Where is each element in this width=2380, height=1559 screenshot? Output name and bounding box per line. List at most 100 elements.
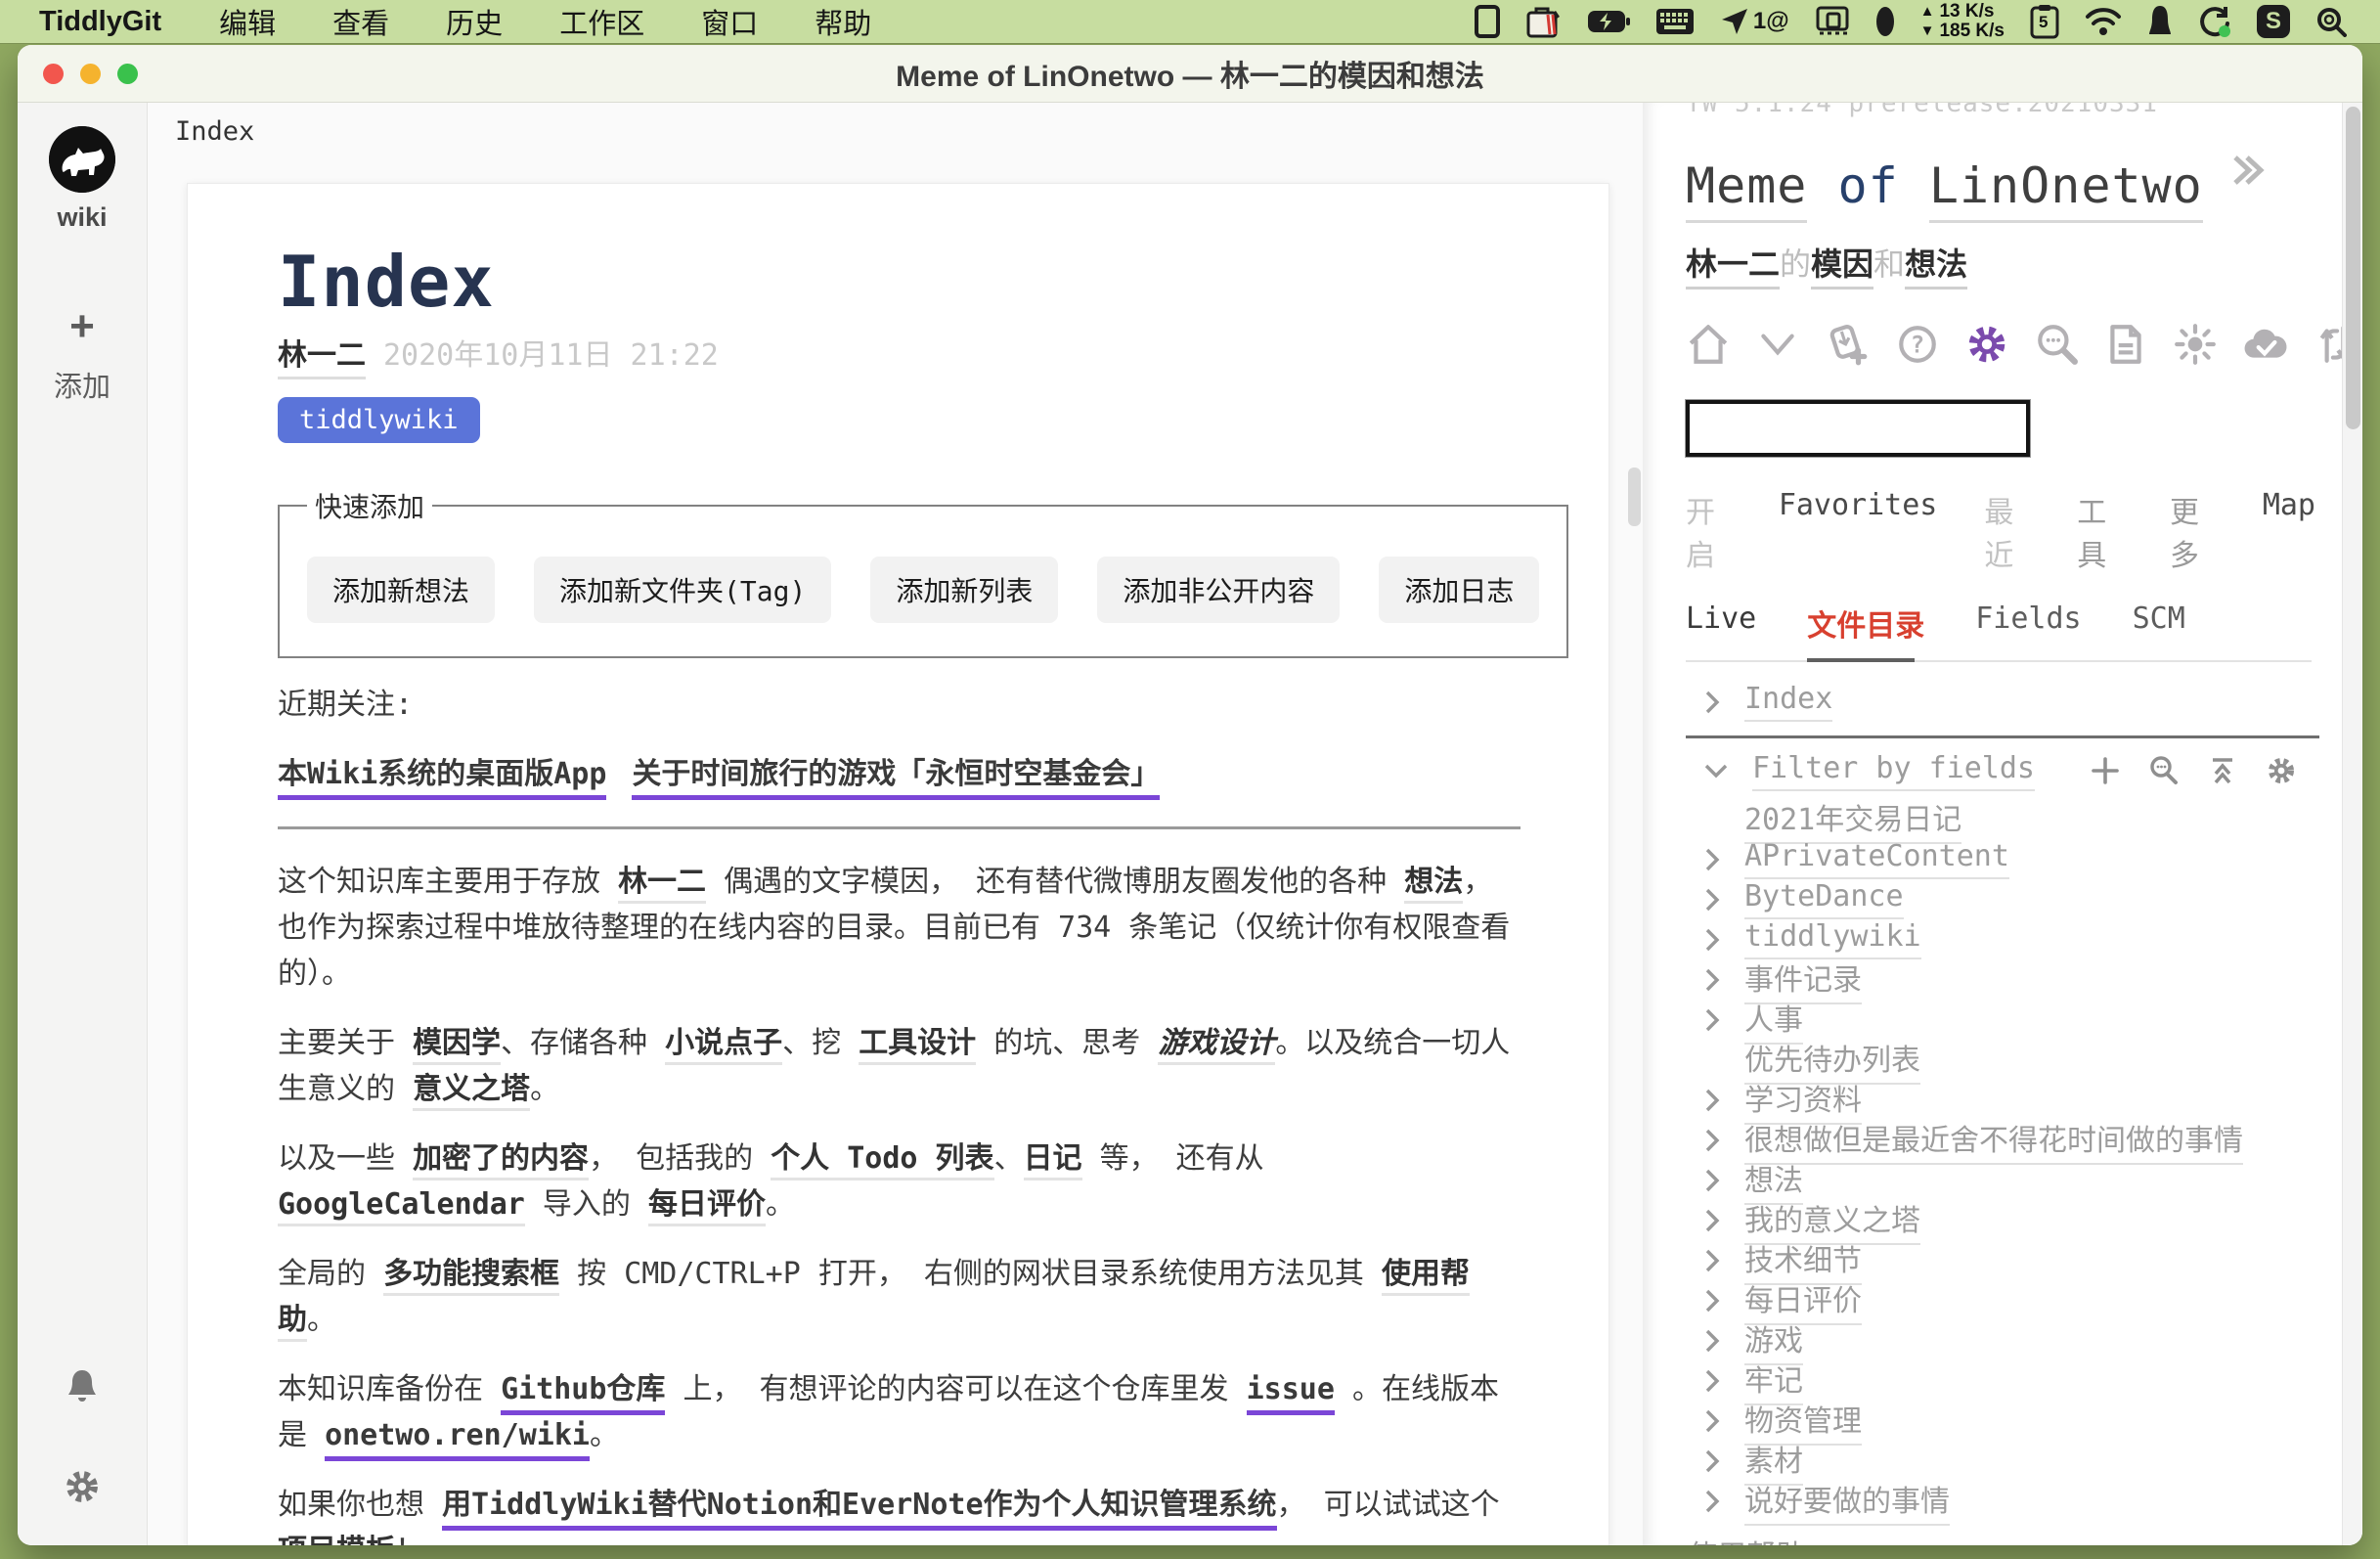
chevron-right-icon[interactable] xyxy=(1703,1368,1721,1394)
chevron-down-icon[interactable] xyxy=(1703,762,1729,780)
tree-row[interactable]: 很想做但是最近舍不得花时间做的事情 xyxy=(1686,1120,2362,1160)
help-link-row[interactable]: 使用帮助 xyxy=(1688,1537,2362,1545)
sidebar-tab[interactable]: SCM xyxy=(2133,594,2185,660)
tree-row[interactable]: 说好要做的事情 xyxy=(1686,1481,2362,1521)
penguin-icon[interactable] xyxy=(2147,4,2173,39)
external-link[interactable]: onetwo.ren/wiki xyxy=(325,1418,590,1461)
quick-add-button[interactable]: 添加新想法 xyxy=(307,557,495,623)
sidebar-tab[interactable]: 开启 xyxy=(1686,482,1755,580)
sidebar-tab[interactable]: Live xyxy=(1686,594,1756,660)
tree-row[interactable]: 游戏 xyxy=(1686,1320,2362,1360)
cloud-save-icon[interactable] xyxy=(2243,322,2293,367)
display-icon[interactable] xyxy=(1474,4,1501,39)
internal-link[interactable]: 小说点子 xyxy=(665,1026,782,1065)
menu-item[interactable]: 窗口 xyxy=(673,1,786,42)
chevron-right-icon[interactable] xyxy=(1703,1088,1721,1113)
internal-link[interactable]: 模因学 xyxy=(413,1026,501,1065)
chevron-down-icon[interactable] xyxy=(1755,322,1805,367)
tree-row[interactable]: 我的意义之塔 xyxy=(1686,1200,2362,1240)
menu-item[interactable]: 历史 xyxy=(418,1,531,42)
advanced-search-icon[interactable] xyxy=(2034,322,2084,367)
internal-link[interactable]: 游戏设计 xyxy=(1158,1026,1275,1065)
open-tiddlers-icon[interactable] xyxy=(2103,322,2153,367)
quick-add-button[interactable]: 添加日志 xyxy=(1379,557,1539,623)
tree-row[interactable]: 素材 xyxy=(1686,1441,2362,1481)
workspace-avatar[interactable] xyxy=(49,126,115,193)
location-send-icon[interactable]: 1@ xyxy=(1720,4,1789,39)
toolbox-icon[interactable] xyxy=(1526,4,1562,39)
settings-gear-icon[interactable] xyxy=(1964,322,2014,367)
home-icon[interactable] xyxy=(1686,322,1736,367)
mouse-icon[interactable] xyxy=(1875,4,1895,39)
gear-icon[interactable] xyxy=(2265,754,2298,787)
collapse-all-icon[interactable] xyxy=(2206,754,2239,787)
tree-item-label[interactable]: 2021年交易日记 xyxy=(1744,795,1961,844)
internal-link[interactable]: GoogleCalendar xyxy=(278,1187,525,1226)
tree-row[interactable]: 2021年交易日记 xyxy=(1686,799,2362,839)
tree-row[interactable]: APrivateContent xyxy=(1686,839,2362,879)
help-link[interactable]: 使用帮助 xyxy=(1688,1532,1805,1545)
chevron-right-icon[interactable] xyxy=(1703,1168,1721,1193)
tree-row[interactable]: 每日评价 xyxy=(1686,1280,2362,1320)
plus-icon[interactable] xyxy=(2089,754,2122,787)
chevron-right-icon[interactable] xyxy=(1703,927,1721,953)
chevron-right-icon[interactable] xyxy=(1703,1288,1721,1314)
keyboard-icon[interactable] xyxy=(1655,4,1695,39)
tree-row-index[interactable]: Index xyxy=(1686,682,2362,722)
network-speed-indicator[interactable]: ▲13 K/s ▼185 K/s xyxy=(1920,4,2005,39)
sidebar-tab[interactable]: 更多 xyxy=(2170,482,2239,580)
menu-item[interactable]: 查看 xyxy=(304,1,418,42)
internal-link[interactable]: 多功能搜索框 xyxy=(383,1257,559,1296)
internal-link[interactable]: 想法 xyxy=(1404,865,1463,904)
external-link[interactable]: issue xyxy=(1247,1372,1335,1415)
sidebar-tab[interactable]: Map xyxy=(2263,482,2339,580)
chevron-right-icon[interactable] xyxy=(1703,967,1721,993)
internal-link[interactable]: Meme xyxy=(1686,157,1807,223)
sidebar-scrollbar-thumb[interactable] xyxy=(2346,107,2360,429)
sidebar-tab[interactable]: 最近 xyxy=(1984,482,2053,580)
screen-capture-icon[interactable] xyxy=(1815,4,1850,39)
battery-charging-icon[interactable] xyxy=(1587,4,1630,39)
add-workspace-button[interactable]: + 添加 xyxy=(54,307,110,405)
wifi-icon[interactable] xyxy=(2085,4,2122,39)
menu-item[interactable]: 工作区 xyxy=(531,1,673,42)
theme-icon[interactable] xyxy=(2173,322,2223,367)
sidebar-tab[interactable]: 工具 xyxy=(2077,482,2146,580)
new-tiddler-icon[interactable] xyxy=(1825,322,1874,367)
sidebar-tab[interactable]: Fields xyxy=(1975,594,2081,660)
chevron-right-icon[interactable] xyxy=(1703,847,1721,872)
tree-row[interactable]: 想法 xyxy=(1686,1160,2362,1200)
tree-item-label[interactable]: ByteDance xyxy=(1744,879,1904,919)
sidebar-tab[interactable]: Favorites xyxy=(1779,482,1961,580)
quick-add-button[interactable]: 添加新列表 xyxy=(870,557,1058,623)
clipboard-history-icon[interactable]: 5 xyxy=(2030,4,2059,39)
help-icon[interactable]: ? xyxy=(1895,322,1945,367)
internal-link[interactable]: 模因 xyxy=(1811,245,1873,290)
tree-row[interactable]: 事件记录 xyxy=(1686,959,2362,1000)
filter-by-fields-label[interactable]: Filter by fields xyxy=(1752,751,2035,791)
chevron-right-icon[interactable] xyxy=(1703,1248,1721,1273)
chevron-right-icon[interactable] xyxy=(1703,1408,1721,1434)
internal-link[interactable]: 每日评价 xyxy=(648,1187,766,1226)
quick-add-button[interactable]: 添加新文件夹(Tag) xyxy=(534,557,831,623)
sidebar-tab[interactable]: 文件目录 xyxy=(1807,594,1924,660)
menu-item[interactable]: 帮助 xyxy=(786,1,900,42)
tree-item-label[interactable]: 说好要做的事情 xyxy=(1744,1477,1950,1526)
sidebar-scrollbar[interactable] xyxy=(2342,103,2362,1545)
internal-link[interactable]: LinOnetwo xyxy=(1929,157,2203,223)
external-link[interactable]: 本Wiki系统的桌面版App xyxy=(278,757,606,800)
tree-row[interactable]: tiddlywiki xyxy=(1686,919,2362,959)
tree-row[interactable]: 人事 xyxy=(1686,1000,2362,1040)
tree-item-label[interactable]: APrivateContent xyxy=(1744,839,2009,879)
preferences-gear-icon[interactable] xyxy=(63,1467,102,1510)
chevron-right-icon[interactable] xyxy=(1703,1328,1721,1354)
tree-row[interactable]: 物资管理 xyxy=(1686,1401,2362,1441)
external-link[interactable]: Github仓库 xyxy=(501,1372,665,1415)
internal-link[interactable]: 个人 Todo 列表 xyxy=(771,1141,993,1180)
tree-row[interactable]: 技术细节 xyxy=(1686,1240,2362,1280)
app-menu[interactable]: TiddlyGit xyxy=(0,6,191,38)
external-link[interactable]: 关于时间旅行的游戏「永恒时空基金会」 xyxy=(632,757,1160,800)
chevron-right-icon[interactable] xyxy=(1703,1208,1721,1233)
chevron-right-icon[interactable] xyxy=(1703,1448,1721,1474)
menu-item[interactable]: 编辑 xyxy=(191,1,304,42)
